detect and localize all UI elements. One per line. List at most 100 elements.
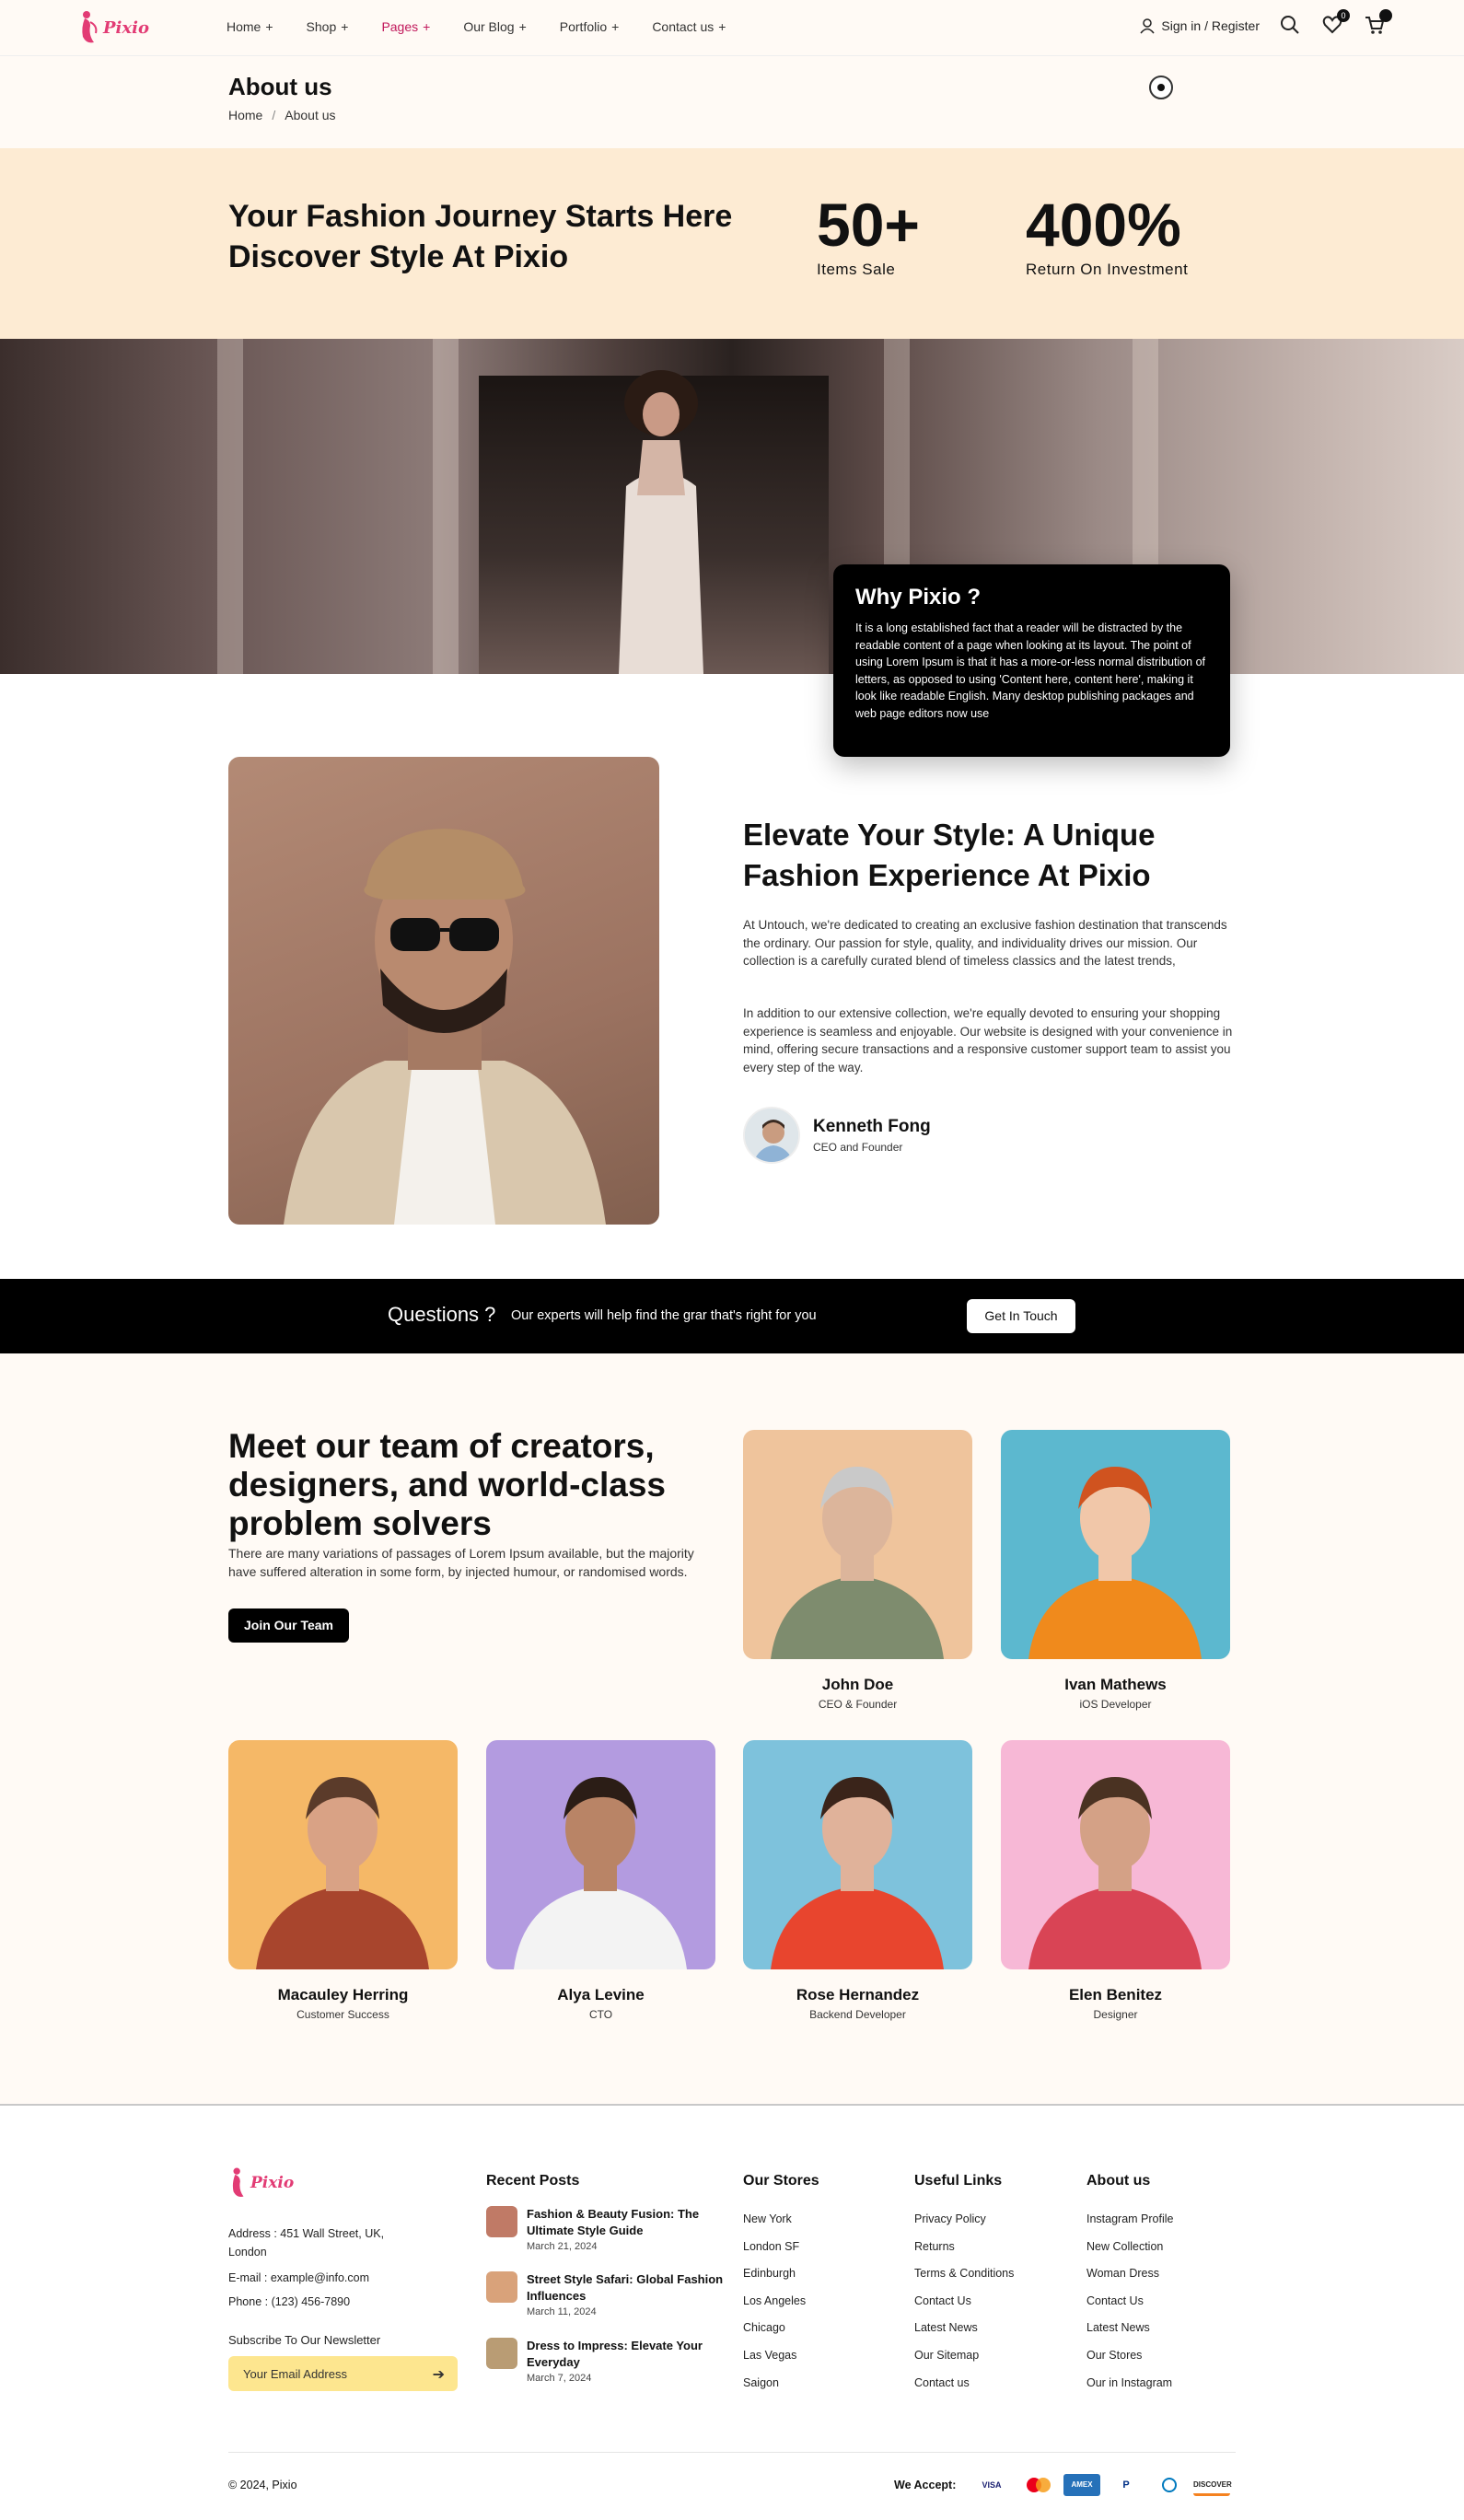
footer-link[interactable]: Latest News — [1086, 2321, 1150, 2334]
signin-link[interactable]: Sign in / Register — [1139, 17, 1260, 34]
breadcrumb: Home / About us — [228, 108, 336, 122]
ceo-signature: Kenneth Fong CEO and Founder — [743, 1107, 931, 1164]
brand-name: Pixio — [250, 2174, 295, 2192]
stat-value: 50+ — [817, 191, 920, 259]
paypal-icon: P — [1122, 2479, 1130, 2491]
team-member-role: iOS Developer — [1079, 1698, 1152, 1711]
why-text: It is a long established fact that a rea… — [855, 621, 1206, 720]
footer-link[interactable]: Saigon — [743, 2376, 779, 2389]
footer-link[interactable]: London SF — [743, 2240, 799, 2253]
team-member-name: John Doe — [821, 1676, 894, 1693]
nav-item-blog[interactable]: Our Blog + — [463, 19, 526, 34]
footer-link[interactable]: Instagram Profile — [1086, 2212, 1173, 2225]
footer-link[interactable]: Returns — [914, 2240, 955, 2253]
logo-figure-icon — [232, 2167, 244, 2198]
about-paragraph-2: In addition to our extensive collection,… — [743, 1006, 1233, 1074]
breadcrumb-home[interactable]: Home — [228, 108, 262, 122]
nav-item-portfolio[interactable]: Portfolio + — [560, 19, 620, 34]
stat-value: 400% — [1026, 191, 1181, 259]
team-member-role: Customer Success — [296, 2008, 389, 2021]
page-title: About us — [228, 73, 332, 100]
footer-phone: Phone : (123) 456-7890 — [228, 2295, 351, 2308]
site-header: Pixio Home + Shop + Pages + Our Blog + Portf… — [0, 0, 1464, 56]
stat-label: Items Sale — [817, 261, 896, 278]
header-actions: Sign in / Register 0 — [1139, 9, 1392, 37]
diners-icon — [1151, 2474, 1188, 2496]
recent-posts-title: Recent Posts — [486, 2173, 580, 2189]
visa-icon: VISA — [982, 2480, 1002, 2490]
search-button[interactable] — [1280, 15, 1302, 37]
team-member-card[interactable]: Alya Levine CTO — [486, 1740, 715, 2021]
footer-link[interactable]: Terms & Conditions — [914, 2267, 1014, 2280]
page-title-area: About us Home / About us — [0, 56, 1464, 148]
team-member-role: Designer — [1093, 2008, 1138, 2021]
mastercard-icon — [1020, 2474, 1057, 2496]
team-member-photo — [743, 1430, 972, 1659]
footer-link[interactable]: Latest News — [914, 2321, 978, 2334]
footer-link[interactable]: Our in Instagram — [1086, 2376, 1172, 2389]
breadcrumb-current: About us — [285, 108, 336, 122]
footer-link[interactable]: Contact Us — [914, 2294, 971, 2307]
team-member-role: CTO — [588, 2008, 613, 2021]
wishlist-count-badge: 0 — [1337, 9, 1350, 22]
team-member-card[interactable]: Macauley Herring Customer Success — [228, 1740, 458, 2021]
questions-subtitle: Our experts will help find the grar that… — [511, 1308, 817, 1323]
team-member-name: Ivan Mathews — [1064, 1676, 1167, 1693]
stats-band: Your Fashion Journey Starts Here Discove… — [0, 148, 1464, 339]
wishlist-button[interactable]: 0 — [1322, 9, 1350, 37]
team-member-name: Alya Levine — [557, 1986, 645, 2003]
footer-link[interactable]: Chicago — [743, 2321, 785, 2334]
newsletter-label: Subscribe To Our Newsletter — [228, 2333, 381, 2347]
footer-link[interactable]: New Collection — [1086, 2240, 1163, 2253]
cart-count-badge — [1379, 9, 1392, 22]
model-figure — [619, 370, 703, 674]
amex-icon: AMEX — [1063, 2474, 1100, 2496]
recent-post[interactable]: Fashion & Beauty Fusion: The Ultimate St… — [486, 2206, 726, 2252]
get-in-touch-button[interactable]: Get In Touch — [967, 1299, 1075, 1333]
cursor-indicator — [1149, 75, 1173, 99]
team-member-photo — [1001, 1740, 1230, 1969]
stats-headline: Your Fashion Journey Starts Here Discove… — [228, 199, 733, 274]
stat-roi: 400% Return On Investment — [1026, 192, 1188, 279]
footer-link[interactable]: Privacy Policy — [914, 2212, 986, 2225]
footer-link[interactable]: New York — [743, 2212, 792, 2225]
footer-link[interactable]: Our Sitemap — [914, 2349, 979, 2362]
brand-logo[interactable]: Pixio — [77, 9, 149, 46]
about-heading: Elevate Your Style: A Unique Fashion Exp… — [743, 818, 1156, 892]
hero-image — [0, 339, 1464, 674]
brand-name: Pixio — [103, 17, 149, 38]
footer-link[interactable]: Our Stores — [1086, 2349, 1142, 2362]
footer-address: Address : 451 Wall Street, UK, London — [228, 2227, 385, 2259]
footer-link[interactable]: Los Angeles — [743, 2294, 806, 2307]
footer-link[interactable]: Contact us — [914, 2376, 970, 2389]
team-member-photo — [228, 1740, 458, 1969]
cart-button[interactable] — [1365, 9, 1392, 37]
team-member-card[interactable]: Ivan Mathews iOS Developer — [1001, 1430, 1230, 1711]
copyright: © 2024, Pixio — [228, 2479, 297, 2491]
footer-link[interactable]: Edinburgh — [743, 2267, 796, 2280]
team-heading: Meet our team of creators, designers, an… — [228, 1427, 666, 1542]
footer-logo[interactable]: Pixio — [228, 2166, 294, 2201]
newsletter-email-input[interactable]: Your Email Address ➔ — [228, 2356, 458, 2391]
arrow-right-icon[interactable]: ➔ — [433, 2365, 445, 2384]
man-portrait-image — [284, 829, 606, 1225]
nav-item-contact[interactable]: Contact us + — [652, 19, 726, 34]
team-member-photo — [743, 1740, 972, 1969]
footer-link[interactable]: Las Vegas — [743, 2349, 796, 2362]
footer-divider — [228, 2452, 1236, 2453]
team-member-card[interactable]: John Doe CEO & Founder — [743, 1430, 972, 1711]
recent-post[interactable]: Street Style Safari: Global Fashion Infl… — [486, 2271, 726, 2317]
post-thumbnail — [486, 2206, 517, 2237]
footer-link[interactable]: Woman Dress — [1086, 2267, 1159, 2280]
team-member-card[interactable]: Rose Hernandez Backend Developer — [743, 1740, 972, 2021]
why-pixio-card: Why Pixio ? It is a long established fac… — [833, 564, 1230, 757]
site-footer — [0, 2104, 1464, 2520]
nav-item-shop[interactable]: Shop + — [307, 19, 349, 34]
footer-link[interactable]: Contact Us — [1086, 2294, 1144, 2307]
nav-item-home[interactable]: Home + — [227, 19, 273, 34]
team-member-card[interactable]: Elen Benitez Designer — [1001, 1740, 1230, 2021]
recent-post[interactable]: Dress to Impress: Elevate Your Everyday … — [486, 2338, 726, 2384]
main-nav: Home + Shop + Pages + Our Blog + Portfolio + … — [227, 19, 726, 34]
nav-item-pages[interactable]: Pages + — [381, 19, 430, 34]
join-our-team-button[interactable]: Join Our Team — [228, 1608, 349, 1643]
